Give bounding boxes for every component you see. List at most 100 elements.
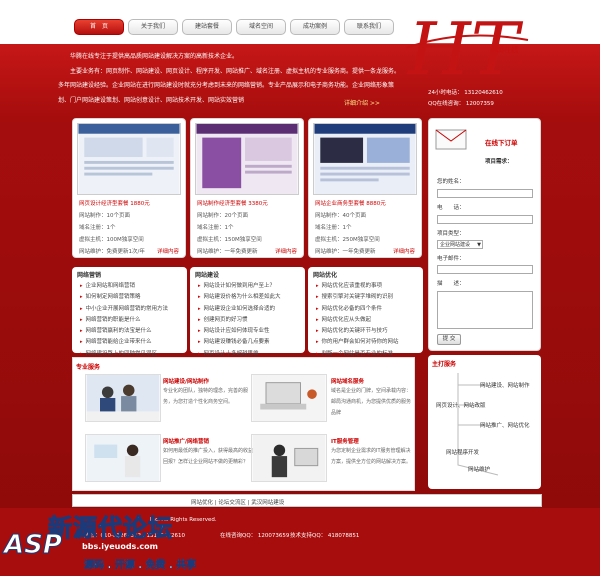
- article-link[interactable]: 网站设计应如何体现专业性: [198, 326, 281, 337]
- type-label: 项目类型：: [437, 231, 465, 237]
- article-link[interactable]: 创建网页的好习惯: [198, 315, 281, 326]
- article-link[interactable]: 网站设计如何做到用户至上？: [198, 281, 281, 292]
- panel-title: 网站建设: [195, 272, 220, 279]
- desc-textarea[interactable]: [437, 291, 533, 329]
- envelope-icon: [435, 129, 467, 150]
- package-title[interactable]: 网站企业商务型套餐 8880元: [315, 199, 386, 207]
- service-text: 专业化的团队，独特的理念，完善的服务，为您打造个性化商务空间。: [163, 388, 249, 405]
- email-label: 电子邮件：: [437, 256, 465, 262]
- name-input[interactable]: [437, 189, 533, 198]
- package-card-2[interactable]: 网站制作经济型套餐 3380元 网站制作：20个页面 域名注册：1个 虚拟主机：…: [190, 118, 304, 258]
- team-photo: [85, 374, 161, 422]
- package-host: 虚拟主机：250M独享空间: [315, 237, 380, 243]
- desc-label: 描 述：: [437, 281, 465, 287]
- intro-paragraph-1: 华腾在线专注于提供高品质网站建设解决方案的高新技术企业。: [70, 53, 239, 60]
- submit-button[interactable]: 提 交: [437, 334, 461, 345]
- nav-cases[interactable]: 成功案例: [290, 19, 340, 35]
- package-pages: 网站制作：20个页面: [197, 213, 248, 219]
- article-list: 网站优化应该重视的事项 搜索引擎对关键字堆砌的识别 网站优化必备的四个条件 网站…: [316, 281, 399, 360]
- nav-packages[interactable]: 建站套餐: [182, 19, 232, 35]
- package-maint: 网站维护：一年免费更新: [315, 249, 376, 255]
- service-text: 如何用最低的推广投入，获得最高的收益回报？怎样让企业网站不做的更精彩？: [163, 448, 254, 465]
- package-domain: 域名注册：1个: [197, 225, 234, 231]
- article-link[interactable]: 网络营销能给企业带来什么: [80, 337, 168, 348]
- package-card-1[interactable]: 网页设计经济型套餐 1880元 网站制作：10个页面 域名注册：1个 虚拟主机：…: [72, 118, 186, 258]
- service-title[interactable]: 网站建设/网站制作: [163, 377, 209, 385]
- footer-qq-support: 技术支持QQ： 418078851: [290, 533, 360, 539]
- package-host: 虚拟主机：150M独享空间: [197, 237, 262, 243]
- chevron-down-icon: ▼: [477, 242, 481, 248]
- brand-name: 华腾在线: [490, 46, 518, 54]
- service-title[interactable]: IT服务管理: [331, 437, 359, 445]
- nav-domain[interactable]: 域名空间: [236, 19, 286, 35]
- nav-home[interactable]: 首 页: [74, 19, 124, 35]
- watermark-mono: ASP: [4, 530, 63, 561]
- panel-title: 网络营销: [77, 272, 102, 279]
- service-title[interactable]: 网站推广/网络营销: [163, 437, 209, 445]
- package-detail-link[interactable]: 详细内容: [157, 247, 179, 255]
- laptop-photo: [251, 374, 327, 422]
- service-node[interactable]: 网站维护: [468, 465, 490, 473]
- article-link[interactable]: 网站优化的关键环节与技巧: [316, 326, 399, 337]
- type-select-value: 企业网站建设: [440, 242, 471, 248]
- service-text: 为您定制企业需求的IT服务管理解决方案，提供全方位的网站解决方案。: [331, 448, 412, 465]
- service-node[interactable]: 网站程序开发: [446, 448, 479, 456]
- nav-contact[interactable]: 联系我们: [344, 19, 394, 35]
- package-pages: 网站制作：40个页面: [315, 213, 366, 219]
- package-maint: 网站维护：免费更新1次/年: [79, 249, 145, 255]
- package-domain: 域名注册：1个: [315, 225, 352, 231]
- phone-line: 24小时电话： 13120462610: [428, 90, 503, 96]
- service-node[interactable]: 网站推广、网站优化: [480, 421, 530, 429]
- phone-input[interactable]: [437, 215, 533, 224]
- package-card-3[interactable]: 网站企业商务型套餐 8880元 网站制作：40个页面 域名注册：1个 虚拟主机：…: [308, 118, 422, 258]
- article-list: 企业网站和网络营销 如何制定网络营销策略 中小企业开展网络营销的常用方法 网络营…: [80, 281, 169, 360]
- services-box: 专业服务 网站建设/网站制作 专业化的团队，独特的理念，完善的服务，为您打造个性…: [72, 357, 415, 491]
- presenter-photo: [85, 434, 161, 482]
- friend-links[interactable]: 网站优化 | 论坛交流区 | 武汉网站建设: [191, 498, 284, 506]
- article-link[interactable]: 企业网站和网络营销: [80, 281, 168, 292]
- intro-more-link[interactable]: 详细介绍 >>: [344, 98, 380, 107]
- package-pages: 网站制作：10个页面: [79, 213, 130, 219]
- service-node[interactable]: 网页设计、网站改版: [436, 401, 486, 409]
- website-panel: 网站建设 网站设计如何做到用户至上？ 网站建设价格为什么相差如此大 网站建设企业…: [190, 267, 305, 357]
- article-link[interactable]: 网络营销赢利的法宝是什么: [80, 326, 168, 337]
- package-title[interactable]: 网页设计经济型套餐 1880元: [79, 199, 150, 207]
- friend-links-bar: 网站优化 | 论坛交流区 | 武汉网站建设: [72, 494, 542, 507]
- article-link[interactable]: 网站建设价格为什么相差如此大: [198, 292, 281, 303]
- site-watermark: 新源代论坛 ASP bbs.iyeuods.com 源码 . 开源 . 免费 .…: [0, 512, 230, 576]
- type-select[interactable]: 企业网站建设 ▼: [437, 240, 483, 249]
- service-text: 域名是企业的门牌，空间承载内容：邮局沟通商机，为您提供优质的服务品牌: [331, 388, 412, 416]
- nav-about[interactable]: 关于我们: [128, 19, 178, 35]
- article-link[interactable]: 网站建设赚钱必备几点要素: [198, 337, 281, 348]
- package-detail-link[interactable]: 详细内容: [275, 247, 297, 255]
- watermark-url: bbs.iyeuods.com: [82, 542, 158, 551]
- article-link[interactable]: 网站优化应从头做起: [316, 315, 399, 326]
- marketing-panel: 网络营销 企业网站和网络营销 如何制定网络营销策略 中小企业开展网络营销的常用方…: [72, 267, 187, 357]
- panel-title: 网站优化: [313, 272, 338, 279]
- article-link[interactable]: 网站优化应该重视的事项: [316, 281, 399, 292]
- template-screenshot-3: [313, 123, 417, 195]
- email-input[interactable]: [437, 265, 533, 274]
- article-link[interactable]: 网络营销的职能是什么: [80, 315, 168, 326]
- article-link[interactable]: 你的用户群会如何对待你的网站: [316, 337, 399, 348]
- article-list: 网站设计如何做到用户至上？ 网站建设价格为什么相差如此大 网站建设企业如何选择合…: [198, 281, 281, 360]
- article-link[interactable]: 网站建设企业如何选择合适的: [198, 304, 281, 315]
- package-host: 虚拟主机：100M独享空间: [79, 237, 144, 243]
- article-link[interactable]: 如何制定网络营销策略: [80, 292, 168, 303]
- package-title[interactable]: 网站制作经济型套餐 3380元: [197, 199, 268, 207]
- services-heading: 专业服务: [76, 364, 101, 371]
- package-domain: 域名注册：1个: [79, 225, 116, 231]
- office-photo: [251, 434, 327, 482]
- template-screenshot-1: [77, 123, 181, 195]
- package-detail-link[interactable]: 详细内容: [393, 247, 415, 255]
- order-title: 在线下订单: [485, 139, 518, 147]
- name-label: 您的姓名：: [437, 179, 465, 185]
- article-link[interactable]: 搜索引擎对关键字堆砌的识别: [316, 292, 399, 303]
- service-node[interactable]: 网站建设、网站制作: [480, 381, 530, 389]
- article-link[interactable]: 网站优化必备的四个条件: [316, 304, 399, 315]
- article-link[interactable]: 中小企业开展网络营销的常用方法: [80, 304, 169, 315]
- core-services: 主打服务 网站建设、网站制作 网页设计、网站改版 网站推广、网站优化 网站程序开…: [428, 355, 541, 489]
- footer-qq-consult: 在线咨询QQ： 120073659: [220, 533, 290, 539]
- service-title[interactable]: 网站域名服务: [331, 377, 364, 385]
- watermark-slogan: 源码 . 开源 . 免费 . 共享: [84, 560, 197, 572]
